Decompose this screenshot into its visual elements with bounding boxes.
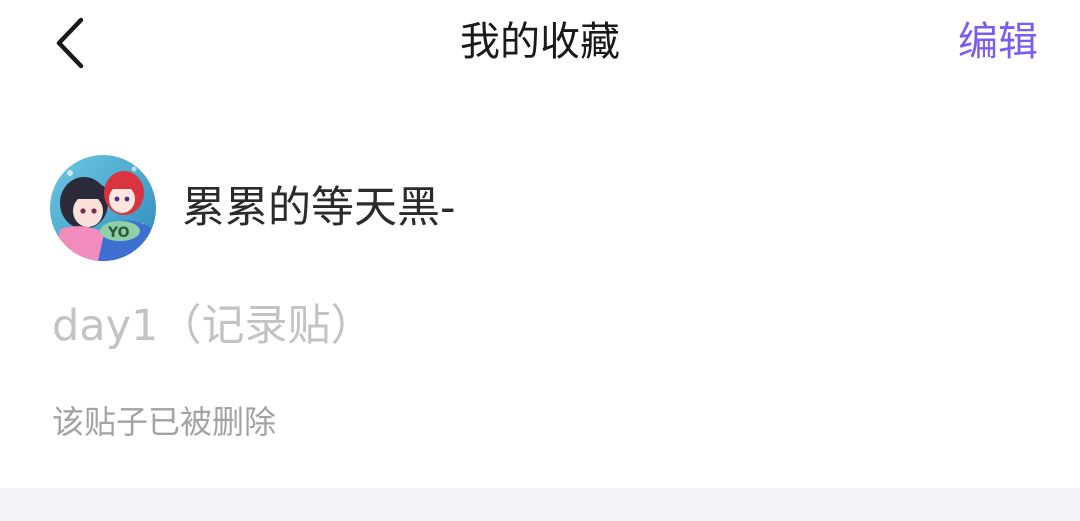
- back-button[interactable]: [44, 12, 96, 74]
- post-status-note: 该贴子已被删除: [52, 403, 277, 441]
- section-divider: [0, 488, 1080, 521]
- post-title[interactable]: day1（记录贴）: [52, 298, 373, 354]
- favorite-item[interactable]: YO 累累的等天黑- day1（记录贴） 该贴子已被删除: [0, 130, 1080, 488]
- author-name[interactable]: 累累的等天黑-: [182, 180, 456, 236]
- favorites-page: 我的收藏 编辑 YO 累累的等天黑- day1（记录贴） 该贴子已被删除: [0, 0, 1080, 521]
- author-row[interactable]: YO 累累的等天黑-: [50, 155, 456, 261]
- edit-button[interactable]: 编辑: [958, 16, 1038, 68]
- avatar-image: YO: [50, 155, 156, 261]
- page-title: 我的收藏: [460, 19, 620, 65]
- chevron-left-icon: [56, 17, 84, 69]
- avatar[interactable]: YO: [50, 155, 156, 261]
- svg-text:YO: YO: [107, 225, 130, 241]
- top-bar: 我的收藏 编辑: [0, 0, 1080, 86]
